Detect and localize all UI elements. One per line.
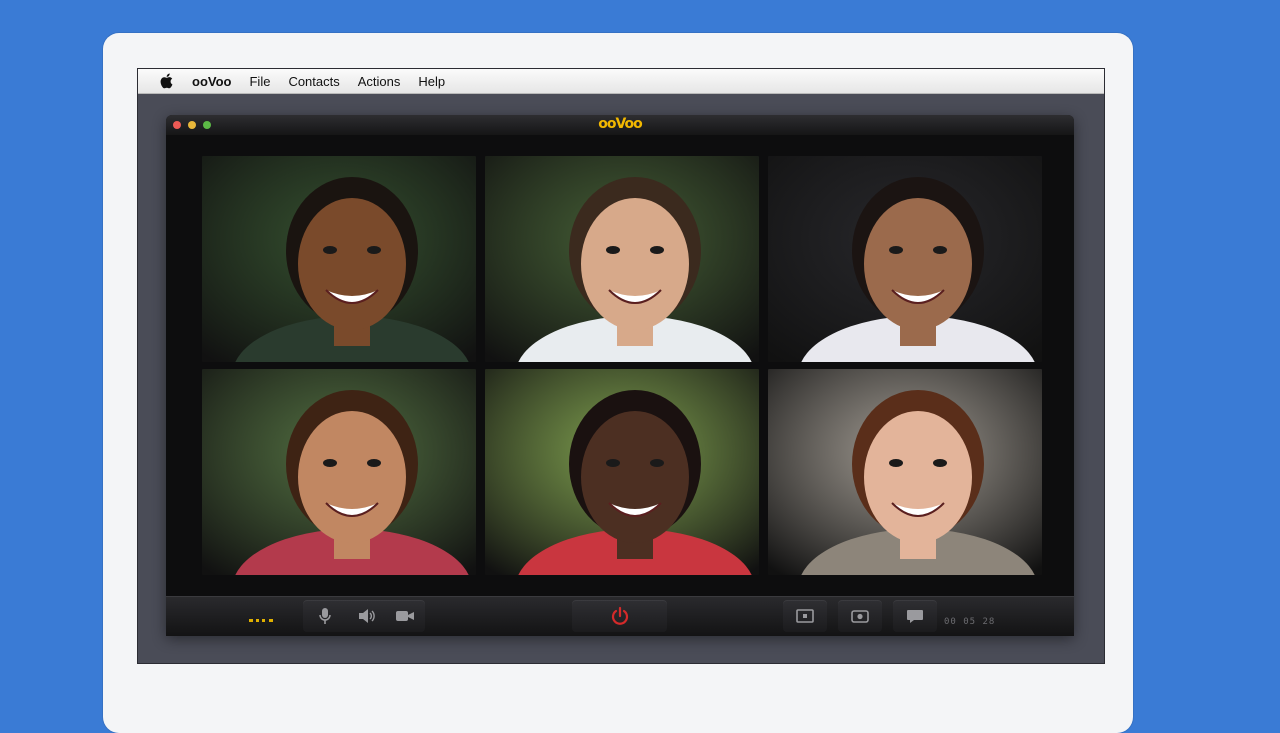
call-control-bar: 00 05 28 <box>166 596 1074 636</box>
participant-video-feed <box>485 156 759 362</box>
video-camera-icon[interactable] <box>390 600 420 632</box>
menu-file[interactable]: File <box>249 74 270 89</box>
participant-video-feed <box>768 369 1042 575</box>
video-grid <box>202 156 1042 576</box>
menu-app-name[interactable]: ooVoo <box>192 74 231 89</box>
connection-quality-indicator <box>249 619 273 625</box>
participant-video-feed <box>202 156 476 362</box>
participant-video-feed <box>768 156 1042 362</box>
menu-help[interactable]: Help <box>418 74 445 89</box>
video-tile-participant-4[interactable] <box>202 369 476 575</box>
menu-bar: ooVoo File Contacts Actions Help <box>138 69 1104 94</box>
video-tile-participant-2[interactable] <box>485 156 759 362</box>
menu-actions[interactable]: Actions <box>358 74 401 89</box>
participant-video-feed <box>485 369 759 575</box>
window-titlebar: ooVoo <box>166 115 1074 135</box>
video-tile-participant-3[interactable] <box>768 156 1042 362</box>
microphone-icon[interactable] <box>310 600 340 632</box>
oovoo-logo: ooVoo <box>598 116 643 132</box>
chat-icon[interactable] <box>900 600 930 632</box>
oovoo-window: ooVoo 00 05 28 <box>166 115 1074 636</box>
call-timer: 00 05 28 <box>944 617 996 627</box>
apple-logo-icon[interactable] <box>160 72 178 90</box>
video-tile-participant-6[interactable] <box>768 369 1042 575</box>
menu-contacts[interactable]: Contacts <box>288 74 339 89</box>
power-icon[interactable] <box>605 600 635 632</box>
participant-video-feed <box>202 369 476 575</box>
speaker-icon[interactable] <box>352 600 382 632</box>
screen-share-icon[interactable] <box>790 600 820 632</box>
snapshot-icon[interactable] <box>845 600 875 632</box>
video-tile-participant-5[interactable] <box>485 369 759 575</box>
video-tile-participant-1[interactable] <box>202 156 476 362</box>
